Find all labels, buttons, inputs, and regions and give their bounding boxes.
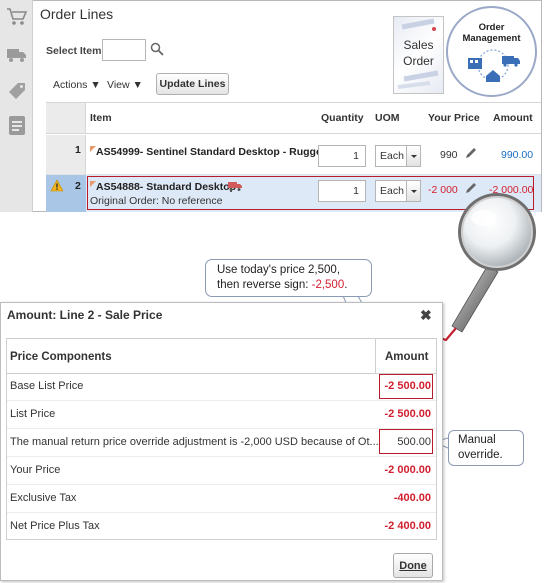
row-divider [7,400,436,401]
price-component-label: Exclusive Tax [10,492,77,504]
price-component-amount: -2 500.00 [384,380,431,392]
column-divider [375,339,376,374]
row-divider [7,512,436,513]
column-header-amount[interactable]: Amount [385,351,428,363]
price-component-amount: -2 500.00 [384,408,431,420]
price-component-label: Your Price [10,464,61,476]
callout-manual-override: Manual override. [448,430,524,466]
row-divider [7,428,436,429]
column-header-price-components[interactable]: Price Components [10,351,112,363]
price-component-amount: 500.00 [397,436,431,448]
price-component-label: Base List Price [10,380,84,392]
row-divider [7,456,436,457]
callout-today-price: Use today's price 2,500, then reverse si… [205,259,372,297]
dialog-title: Amount: Line 2 - Sale Price [7,308,163,322]
price-component-amount: -2 400.00 [384,520,431,532]
price-component-label: List Price [10,408,56,420]
price-component-label: Net Price Plus Tax [10,520,100,532]
price-component-amount: -400.00 [393,492,431,504]
done-button[interactable]: Done [393,553,433,578]
price-component-amount: -2 000.00 [384,464,431,476]
close-icon[interactable]: ✖ [420,307,432,324]
row-divider [7,484,436,485]
price-component-label: The manual return price override adjustm… [10,436,379,448]
